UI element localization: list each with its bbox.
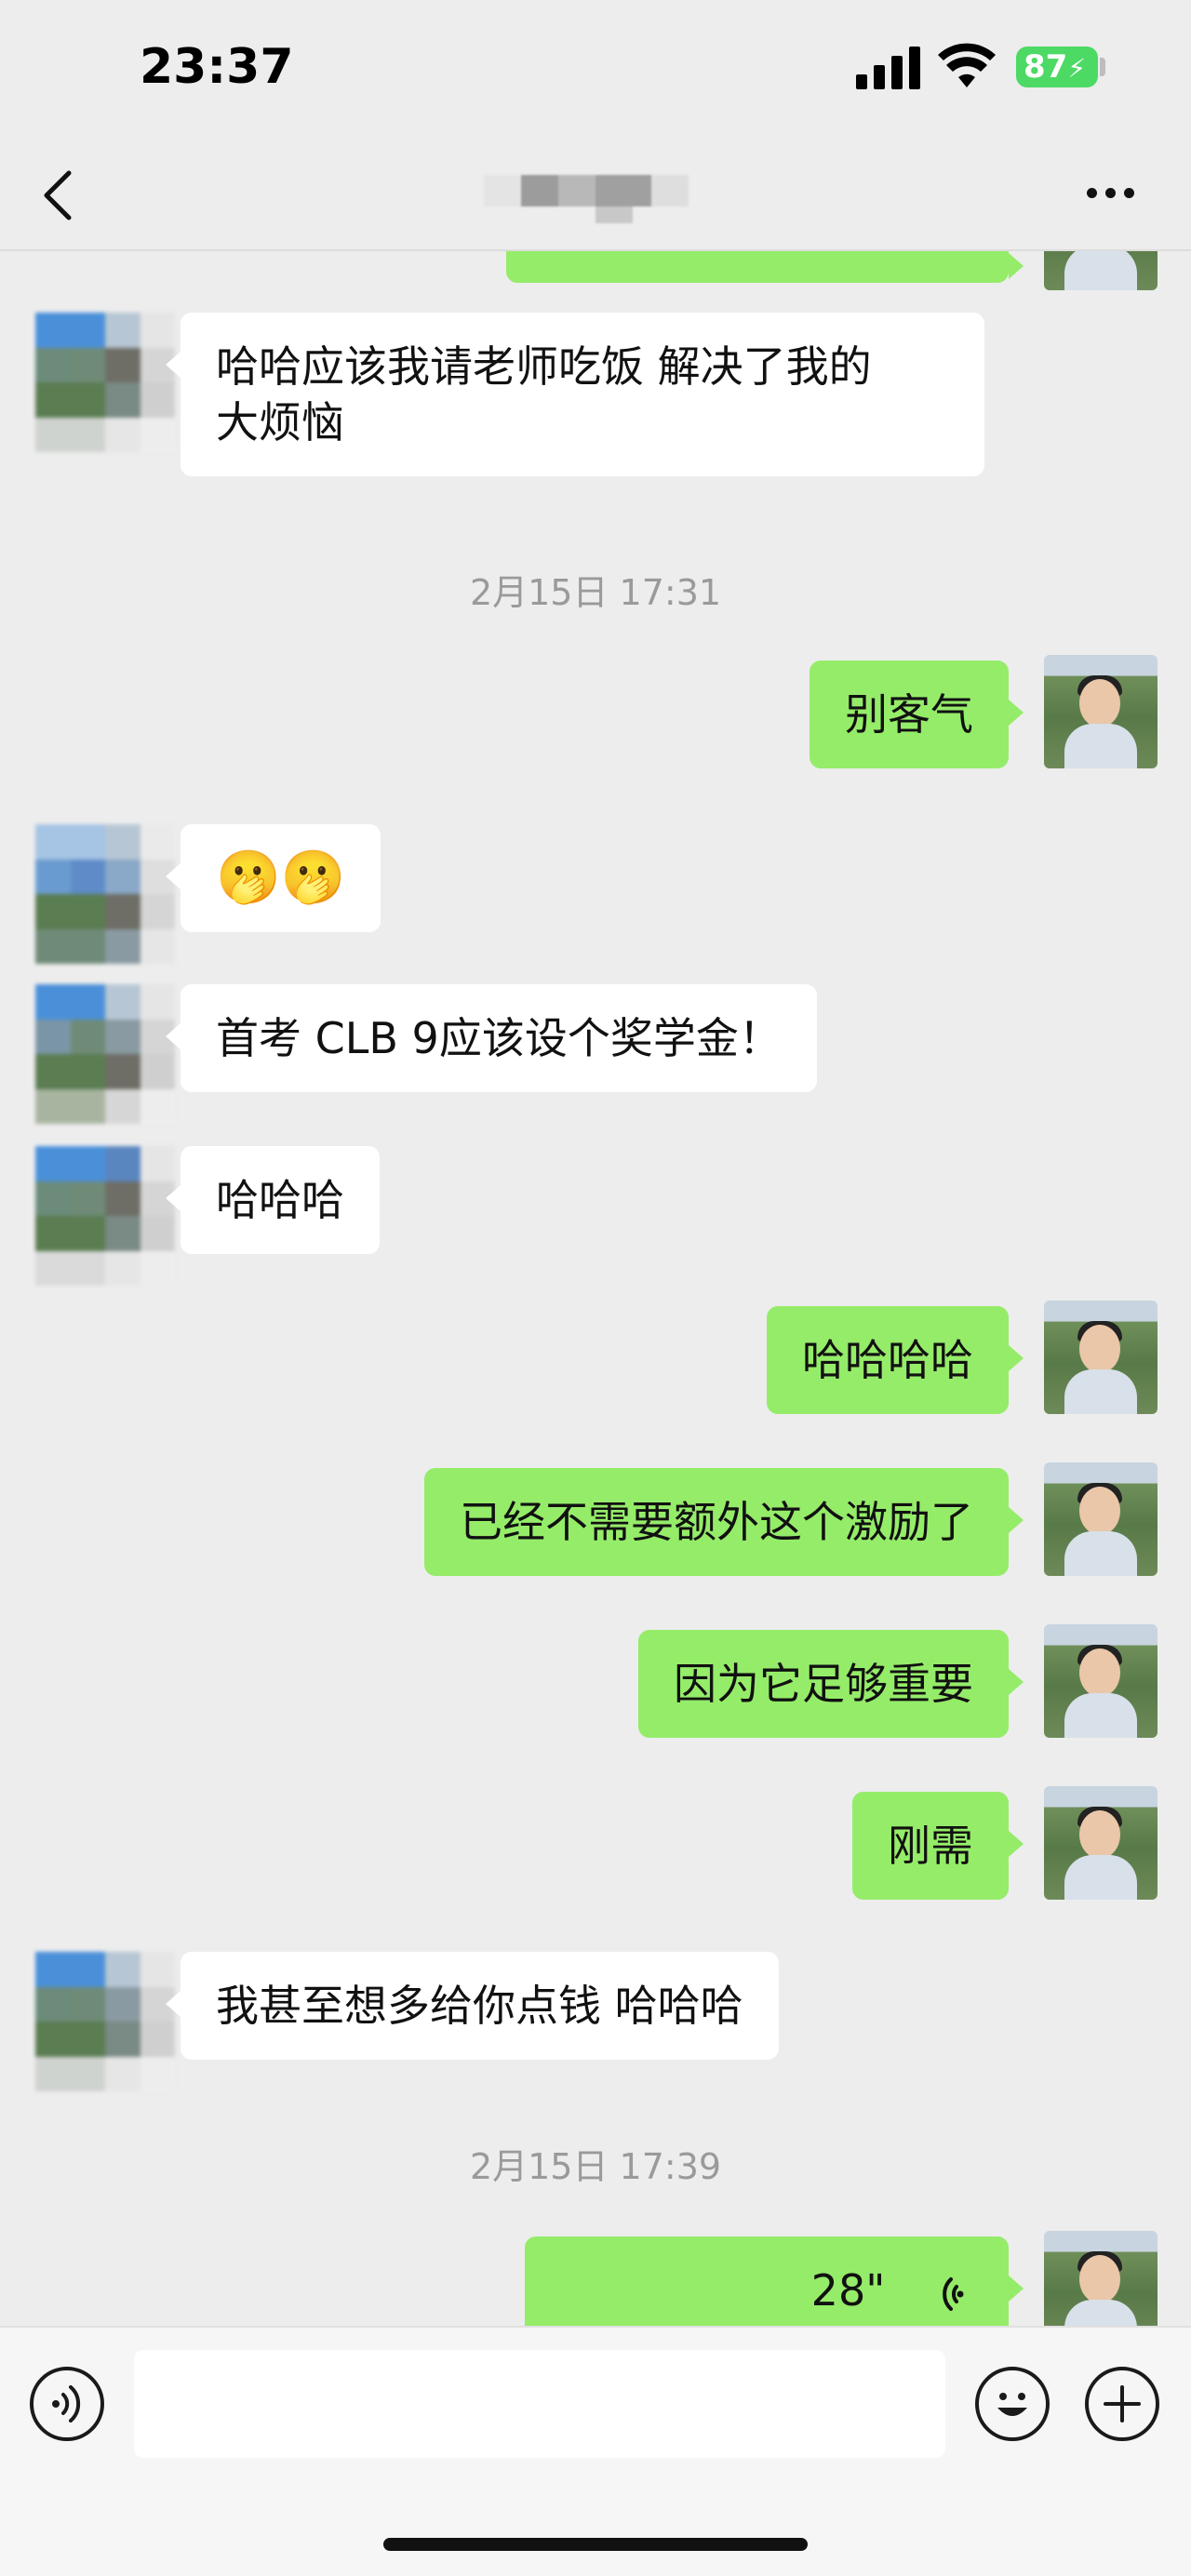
message-bubble[interactable]: 已经不需要额外这个激励了 — [424, 1468, 1024, 1576]
avatar-contact[interactable] — [35, 824, 175, 964]
message-text: 因为它足够重要 — [674, 1659, 973, 1709]
message-text: 刚需 — [888, 1821, 973, 1871]
timestamp: 2月15日 17:39 — [469, 2146, 722, 2187]
avatar-self[interactable] — [1044, 251, 1158, 290]
message-text: 已经不需要额外这个激励了 — [460, 1497, 973, 1547]
message-bubble[interactable]: 哈哈应该我请老师吃饭 解决了我的 大烦恼 — [166, 313, 984, 476]
timestamp: 2月15日 17:31 — [469, 572, 722, 613]
message-text: 我甚至想多给你点钱 哈哈哈 — [216, 1981, 743, 2031]
voice-wave-icon — [943, 2276, 964, 2311]
message-bubble[interactable]: 我甚至想多给你点钱 哈哈哈 — [166, 1952, 779, 2060]
message-text-line: 大烦恼 — [216, 397, 344, 447]
voice-message-bubble[interactable]: 28" — [525, 2236, 1024, 2326]
avatar-contact[interactable] — [35, 1146, 175, 1286]
message-emoji: 🫢🫢 — [216, 848, 346, 908]
emoji-icon[interactable] — [975, 2367, 1050, 2441]
avatar-contact[interactable] — [35, 1952, 175, 2091]
avatar-contact[interactable] — [35, 313, 175, 452]
signal-icon — [856, 47, 920, 89]
avatar-self[interactable] — [1044, 1786, 1158, 1900]
chevron-left-icon[interactable] — [37, 166, 84, 225]
avatar-self[interactable] — [1044, 1624, 1158, 1738]
message-bubble-partial[interactable] — [506, 251, 1024, 283]
message-bubble[interactable]: 哈哈哈哈 — [767, 1306, 1024, 1414]
message-bubble[interactable]: 因为它足够重要 — [638, 1630, 1024, 1738]
status-bar: 23:37 87⚡ — [0, 0, 1191, 140]
voice-duration: 28" — [810, 2265, 886, 2316]
message-text: 哈哈哈哈 — [802, 1335, 973, 1385]
chat-message-list[interactable]: 哈哈应该我请老师吃饭 解决了我的 大烦恼 2月15日 17:31 别客气 🫢🫢 — [0, 251, 1191, 2326]
message-bubble[interactable]: 哈哈哈 — [166, 1146, 380, 1254]
voice-input-icon[interactable] — [30, 2367, 104, 2441]
avatar-self[interactable] — [1044, 1301, 1158, 1414]
message-bubble[interactable]: 🫢🫢 — [165, 824, 381, 932]
message-text-line: 哈哈应该我请老师吃饭 解决了我的 — [216, 341, 872, 392]
avatar-contact[interactable] — [35, 984, 175, 1124]
battery-indicator: 87⚡ — [1016, 47, 1098, 87]
message-text: 别客气 — [845, 689, 973, 740]
message-text: 哈哈哈 — [216, 1175, 344, 1225]
plus-icon[interactable] — [1085, 2367, 1159, 2441]
battery-level: 87 — [1024, 48, 1068, 86]
message-bubble[interactable]: 首考 CLB 9应该设个奖学金！ — [166, 984, 817, 1092]
more-dots-icon[interactable] — [1087, 188, 1143, 198]
message-bubble[interactable]: 刚需 — [852, 1792, 1024, 1900]
wifi-icon — [938, 43, 996, 87]
battery-tip — [1100, 58, 1105, 76]
chat-header — [0, 140, 1191, 251]
avatar-self[interactable] — [1044, 2231, 1158, 2326]
message-text: 首考 CLB 9应该设个奖学金！ — [216, 1013, 782, 1063]
chat-title-blurred — [484, 167, 707, 223]
message-bubble[interactable]: 别客气 — [810, 661, 1024, 768]
avatar-self[interactable] — [1044, 1462, 1158, 1576]
home-indicator[interactable] — [383, 2538, 808, 2551]
status-time: 23:37 — [140, 39, 294, 95]
message-input[interactable] — [134, 2350, 945, 2458]
avatar-self[interactable] — [1044, 655, 1158, 768]
